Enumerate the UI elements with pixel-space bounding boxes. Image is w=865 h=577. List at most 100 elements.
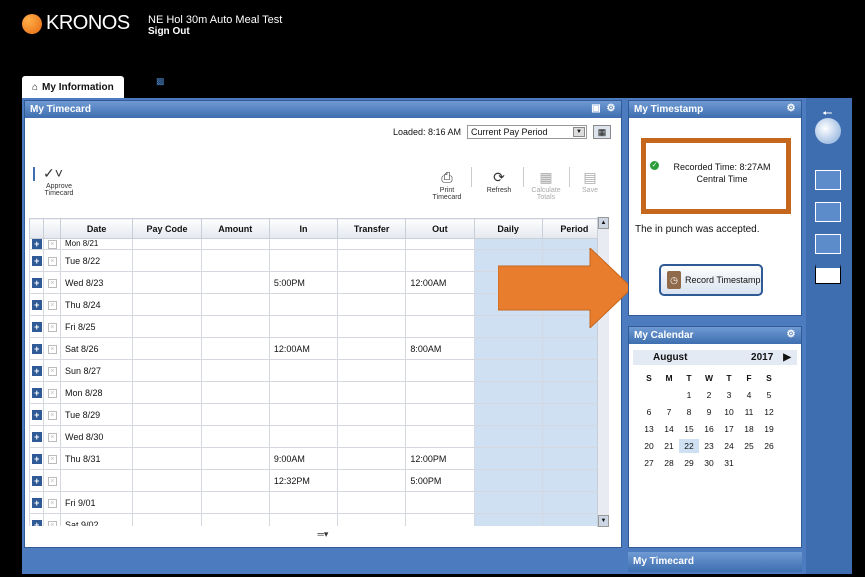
- calendar-day[interactable]: 29: [679, 456, 699, 470]
- calendar-day[interactable]: 17: [719, 422, 739, 436]
- calendar-day[interactable]: 21: [659, 439, 679, 453]
- calendar-day[interactable]: 20: [639, 439, 659, 453]
- approve-timecard-button[interactable]: ✓˅ Approve Timecard: [39, 165, 79, 197]
- amount-cell[interactable]: [200, 315, 270, 338]
- row-icon-cell[interactable]: ×: [43, 403, 61, 426]
- add-row-icon[interactable]: +: [31, 255, 42, 266]
- date-cell[interactable]: Sat 9/02: [59, 513, 134, 526]
- calendar-day[interactable]: 26: [759, 439, 779, 453]
- pay-code-cell[interactable]: [132, 447, 202, 470]
- pay-code-cell[interactable]: [132, 315, 202, 338]
- calendar-day[interactable]: 27: [639, 456, 659, 470]
- daily-cell[interactable]: [473, 491, 543, 514]
- pay-code-cell[interactable]: [132, 271, 202, 294]
- save-button[interactable]: ▤ Save: [575, 169, 605, 194]
- date-cell[interactable]: Tue 8/29: [59, 403, 134, 426]
- date-cell[interactable]: Tue 8/22: [59, 249, 134, 272]
- in-cell[interactable]: 9:00AM: [268, 447, 339, 470]
- amount-cell[interactable]: [200, 425, 270, 448]
- out-cell[interactable]: 8:00AM: [405, 337, 475, 360]
- out-cell[interactable]: 5:00PM: [405, 469, 475, 492]
- date-cell[interactable]: Wed 8/30: [59, 425, 134, 448]
- calendar-day[interactable]: 23: [699, 439, 719, 453]
- add-row-icon[interactable]: +: [31, 277, 42, 288]
- delete-row-icon[interactable]: ×: [47, 367, 57, 376]
- pay-code-cell[interactable]: [132, 249, 202, 272]
- row-icon-cell[interactable]: ×: [43, 469, 61, 492]
- calendar-day[interactable]: 6: [639, 405, 659, 419]
- daily-cell[interactable]: [473, 381, 543, 404]
- amount-cell[interactable]: [200, 238, 270, 250]
- row-icon-cell[interactable]: +: [29, 491, 45, 514]
- calendar-day[interactable]: 5: [759, 388, 779, 402]
- delete-row-icon[interactable]: ×: [47, 239, 57, 249]
- calendar-day[interactable]: 25: [739, 439, 759, 453]
- in-cell[interactable]: 5:00PM: [268, 271, 339, 294]
- transfer-cell[interactable]: [337, 337, 407, 360]
- transfer-cell[interactable]: [337, 359, 407, 382]
- amount-cell[interactable]: [200, 513, 270, 526]
- scroll-down-icon[interactable]: ▼: [598, 515, 609, 527]
- amount-cell[interactable]: [200, 381, 270, 404]
- pay-code-cell[interactable]: [132, 337, 202, 360]
- delete-row-icon[interactable]: ×: [47, 257, 57, 266]
- col-header-pay-code[interactable]: Pay Code: [132, 218, 202, 239]
- in-cell[interactable]: [268, 315, 339, 338]
- calendar-day[interactable]: 30: [699, 456, 719, 470]
- calendar-day[interactable]: 12: [759, 405, 779, 419]
- add-row-icon[interactable]: +: [31, 239, 42, 249]
- in-cell[interactable]: [268, 249, 339, 272]
- out-cell[interactable]: 12:00AM: [405, 271, 475, 294]
- row-icon-cell[interactable]: ×: [43, 359, 61, 382]
- out-cell[interactable]: [405, 238, 475, 250]
- delete-row-icon[interactable]: ×: [47, 411, 57, 420]
- amount-cell[interactable]: [200, 293, 270, 316]
- delete-row-icon[interactable]: ×: [47, 521, 57, 526]
- col-header-amount[interactable]: Amount: [200, 218, 270, 239]
- amount-cell[interactable]: [200, 271, 270, 294]
- record-timestamp-button[interactable]: ◷ Record Timestamp: [659, 264, 763, 296]
- in-cell[interactable]: [268, 381, 339, 404]
- calendar-day[interactable]: 18: [739, 422, 759, 436]
- row-icon-cell[interactable]: +: [29, 337, 45, 360]
- add-row-icon[interactable]: +: [31, 321, 42, 332]
- my-timecard-widget[interactable]: My Timecard: [628, 552, 802, 572]
- transfer-cell[interactable]: [337, 315, 407, 338]
- transfer-cell[interactable]: [337, 491, 407, 514]
- out-cell[interactable]: 12:00PM: [405, 447, 475, 470]
- add-row-icon[interactable]: +: [31, 475, 42, 486]
- in-cell[interactable]: [268, 359, 339, 382]
- calendar-picker-icon[interactable]: ▦: [593, 125, 611, 139]
- out-cell[interactable]: [405, 403, 475, 426]
- transfer-cell[interactable]: [337, 271, 407, 294]
- pay-code-cell[interactable]: [132, 469, 202, 492]
- transfer-cell[interactable]: [337, 381, 407, 404]
- row-icon-cell[interactable]: +: [29, 293, 45, 316]
- in-cell[interactable]: [268, 491, 339, 514]
- row-icon-cell[interactable]: ×: [43, 491, 61, 514]
- out-cell[interactable]: [405, 359, 475, 382]
- row-icon-cell[interactable]: +: [29, 238, 45, 250]
- row-icon-cell[interactable]: +: [29, 447, 45, 470]
- date-cell[interactable]: Thu 8/31: [59, 447, 134, 470]
- gear-icon[interactable]: ⚙: [605, 103, 617, 115]
- delete-row-icon[interactable]: ×: [47, 477, 57, 486]
- calendar-day[interactable]: 9: [699, 405, 719, 419]
- amount-cell[interactable]: [200, 491, 270, 514]
- calendar-day[interactable]: 22: [679, 439, 699, 453]
- row-icon-cell[interactable]: ×: [43, 513, 61, 526]
- add-row-icon[interactable]: +: [31, 431, 42, 442]
- daily-cell[interactable]: [473, 337, 543, 360]
- amount-cell[interactable]: [200, 447, 270, 470]
- date-cell[interactable]: Wed 8/23: [59, 271, 134, 294]
- in-cell[interactable]: [268, 513, 339, 526]
- row-icon-cell[interactable]: +: [29, 381, 45, 404]
- transfer-cell[interactable]: [337, 293, 407, 316]
- date-cell[interactable]: Fri 9/01: [59, 491, 134, 514]
- delete-row-icon[interactable]: ×: [47, 433, 57, 442]
- in-cell[interactable]: [268, 238, 339, 250]
- calendar-day[interactable]: 13: [639, 422, 659, 436]
- pin-icon[interactable]: ▩: [156, 76, 165, 87]
- row-icon-cell[interactable]: ×: [43, 337, 61, 360]
- out-cell[interactable]: [405, 293, 475, 316]
